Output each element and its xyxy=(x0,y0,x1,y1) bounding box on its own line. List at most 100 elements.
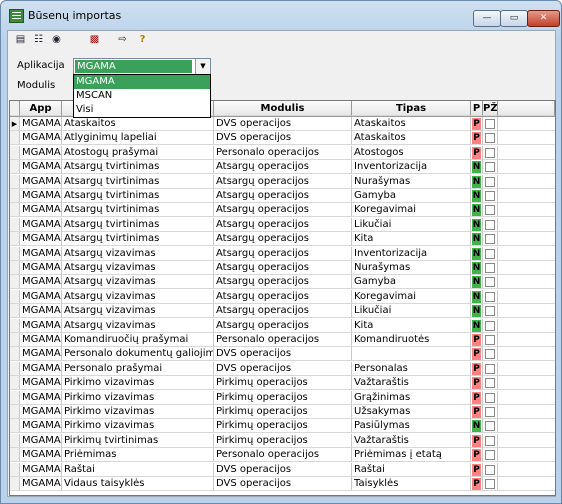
cell-p[interactable]: P xyxy=(471,145,483,160)
pz-checkbox[interactable] xyxy=(485,219,495,230)
cell-name[interactable]: Raštai xyxy=(62,462,214,477)
table-row[interactable]: MGAMA Personalo prašymai DVS operacijos Per… xyxy=(10,361,555,376)
pz-checkbox[interactable] xyxy=(485,320,495,331)
cell-tipas[interactable]: Komandiruotės xyxy=(352,333,471,347)
cell-app[interactable]: MGAMA xyxy=(20,160,62,175)
cell-pz[interactable] xyxy=(483,275,498,290)
new-icon[interactable]: ▤ xyxy=(14,33,27,46)
cell-modulis[interactable]: Personalo operacijos xyxy=(214,333,352,347)
table-row[interactable]: MGAMA Pirkimo vizavimas Pirkimų operacijos… xyxy=(10,419,555,434)
pz-checkbox[interactable] xyxy=(485,421,495,432)
cell-p[interactable]: N xyxy=(471,289,483,304)
cell-tipas[interactable]: Inventorizacija xyxy=(352,160,471,175)
cell-modulis[interactable]: Pirkimų operacijos xyxy=(214,405,352,419)
cell-modulis[interactable]: Atsargų operacijos xyxy=(214,246,352,261)
table-row[interactable]: MGAMA Atsargų tvirtinimas Atsargų operacij… xyxy=(10,232,555,247)
cell-tipas[interactable]: Gamyba xyxy=(352,275,471,290)
table-row[interactable]: MGAMA Atsargų tvirtinimas Atsargų operacij… xyxy=(10,203,555,218)
tree-icon[interactable]: ☷ xyxy=(32,33,45,46)
cell-p[interactable]: P xyxy=(471,131,483,146)
cell-pz[interactable] xyxy=(483,347,498,362)
pz-checkbox[interactable] xyxy=(485,335,495,345)
cell-pz[interactable] xyxy=(483,390,498,405)
cell-p[interactable]: P xyxy=(471,376,483,391)
cell-app[interactable]: MGAMA xyxy=(20,419,62,434)
cell-modulis[interactable]: Atsargų operacijos xyxy=(214,160,352,175)
cell-name[interactable]: Personalo dokumentų galiojimas xyxy=(62,347,214,362)
cell-name[interactable]: Atsargų vizavimas xyxy=(62,261,214,275)
pz-checkbox[interactable] xyxy=(485,162,495,173)
cell-p[interactable]: N xyxy=(471,304,483,319)
table-row[interactable]: MGAMA Atsargų vizavimas Atsargų operacijos… xyxy=(10,261,555,275)
column-header-pz[interactable]: PŽ xyxy=(483,101,498,116)
cell-app[interactable]: MGAMA xyxy=(20,232,62,247)
cell-pz[interactable] xyxy=(483,217,498,232)
cell-pz[interactable] xyxy=(483,477,498,491)
cell-pz[interactable] xyxy=(483,419,498,434)
column-header-p[interactable]: P xyxy=(471,101,483,116)
table-row[interactable]: MGAMA Atostogų prašymai Personalo operacij… xyxy=(10,145,555,160)
cell-name[interactable]: Pirkimo vizavimas xyxy=(62,419,214,434)
cell-modulis[interactable]: Atsargų operacijos xyxy=(214,318,352,333)
column-header-tipas[interactable]: Tipas xyxy=(352,101,471,116)
cell-tipas[interactable]: Pasiūlymas xyxy=(352,419,471,434)
cell-pz[interactable] xyxy=(483,361,498,376)
cell-name[interactable]: Atlyginimų lapeliai xyxy=(62,131,214,146)
table-row[interactable]: MGAMA Atsargų vizavimas Atsargų operacijos… xyxy=(10,246,555,261)
table-row[interactable]: MGAMA Pirkimo vizavimas Pirkimų operacijos… xyxy=(10,390,555,405)
cell-modulis[interactable]: Personalo operacijos xyxy=(214,448,352,463)
cell-modulis[interactable]: DVS operacijos xyxy=(214,347,352,362)
cell-pz[interactable] xyxy=(483,174,498,189)
cell-tipas[interactable]: Nurašymas xyxy=(352,261,471,275)
cell-name[interactable]: Atsargų vizavimas xyxy=(62,304,214,319)
table-row[interactable]: ▶ MGAMA Ataskaitos DVS operacijos Ataskaitos… xyxy=(10,117,555,131)
cell-app[interactable]: MGAMA xyxy=(20,376,62,391)
cell-name[interactable]: Atsargų tvirtinimas xyxy=(62,217,214,232)
cell-app[interactable]: MGAMA xyxy=(20,261,62,275)
cell-tipas[interactable]: Ataskaitos xyxy=(352,131,471,146)
cell-p[interactable]: N xyxy=(471,246,483,261)
table-row[interactable]: MGAMA Atsargų tvirtinimas Atsargų operacij… xyxy=(10,217,555,232)
cell-p[interactable]: N xyxy=(471,275,483,290)
dropdown-option[interactable]: MSCAN xyxy=(74,89,210,103)
cell-name[interactable]: Ataskaitos xyxy=(62,117,214,131)
cell-tipas[interactable]: Raštai xyxy=(352,462,471,477)
cell-name[interactable]: Atsargų tvirtinimas xyxy=(62,174,214,189)
table-row[interactable]: MGAMA Komandiruočių prašymai Personalo ope… xyxy=(10,333,555,347)
cell-p[interactable]: P xyxy=(471,477,483,491)
cell-modulis[interactable]: Atsargų operacijos xyxy=(214,217,352,232)
cell-app[interactable]: MGAMA xyxy=(20,275,62,290)
cell-modulis[interactable]: Atsargų operacijos xyxy=(214,189,352,203)
table-row[interactable]: MGAMA Atsargų vizavimas Atsargų operacijos… xyxy=(10,275,555,290)
cell-tipas[interactable]: Likučiai xyxy=(352,217,471,232)
pz-checkbox[interactable] xyxy=(485,234,495,245)
cell-pz[interactable] xyxy=(483,160,498,175)
cell-app[interactable]: MGAMA xyxy=(20,477,62,491)
cell-pz[interactable] xyxy=(483,318,498,333)
cell-tipas[interactable]: Koregavimai xyxy=(352,203,471,218)
pz-checkbox[interactable] xyxy=(485,291,495,302)
cell-pz[interactable] xyxy=(483,289,498,304)
pz-checkbox[interactable] xyxy=(485,147,495,158)
cell-tipas[interactable]: Ataskaitos xyxy=(352,117,471,131)
dropdown-option[interactable]: MGAMA xyxy=(74,75,210,89)
cell-tipas[interactable]: Atostogos xyxy=(352,145,471,160)
cell-modulis[interactable]: DVS operacijos xyxy=(214,131,352,146)
cell-tipas[interactable] xyxy=(352,347,471,362)
cell-p[interactable]: P xyxy=(471,361,483,376)
cell-pz[interactable] xyxy=(483,304,498,319)
cell-app[interactable]: MGAMA xyxy=(20,448,62,463)
table-row[interactable]: MGAMA Pirkimo vizavimas Pirkimų operacijos… xyxy=(10,376,555,391)
cell-p[interactable]: N xyxy=(471,160,483,175)
cell-app[interactable]: MGAMA xyxy=(20,189,62,203)
cell-tipas[interactable]: Inventorizacija xyxy=(352,246,471,261)
table-row[interactable]: MGAMA Pirkimų tvirtinimas Pirkimų operacij… xyxy=(10,433,555,448)
cell-tipas[interactable]: Likučiai xyxy=(352,304,471,319)
cell-pz[interactable] xyxy=(483,246,498,261)
cell-app[interactable]: MGAMA xyxy=(20,174,62,189)
cell-p[interactable]: N xyxy=(471,318,483,333)
cell-app[interactable]: MGAMA xyxy=(20,246,62,261)
cell-modulis[interactable]: Pirkimų operacijos xyxy=(214,376,352,391)
table-row[interactable]: MGAMA Pirkimo vizavimas Pirkimų operacijos… xyxy=(10,405,555,419)
cell-modulis[interactable]: DVS operacijos xyxy=(214,117,352,131)
